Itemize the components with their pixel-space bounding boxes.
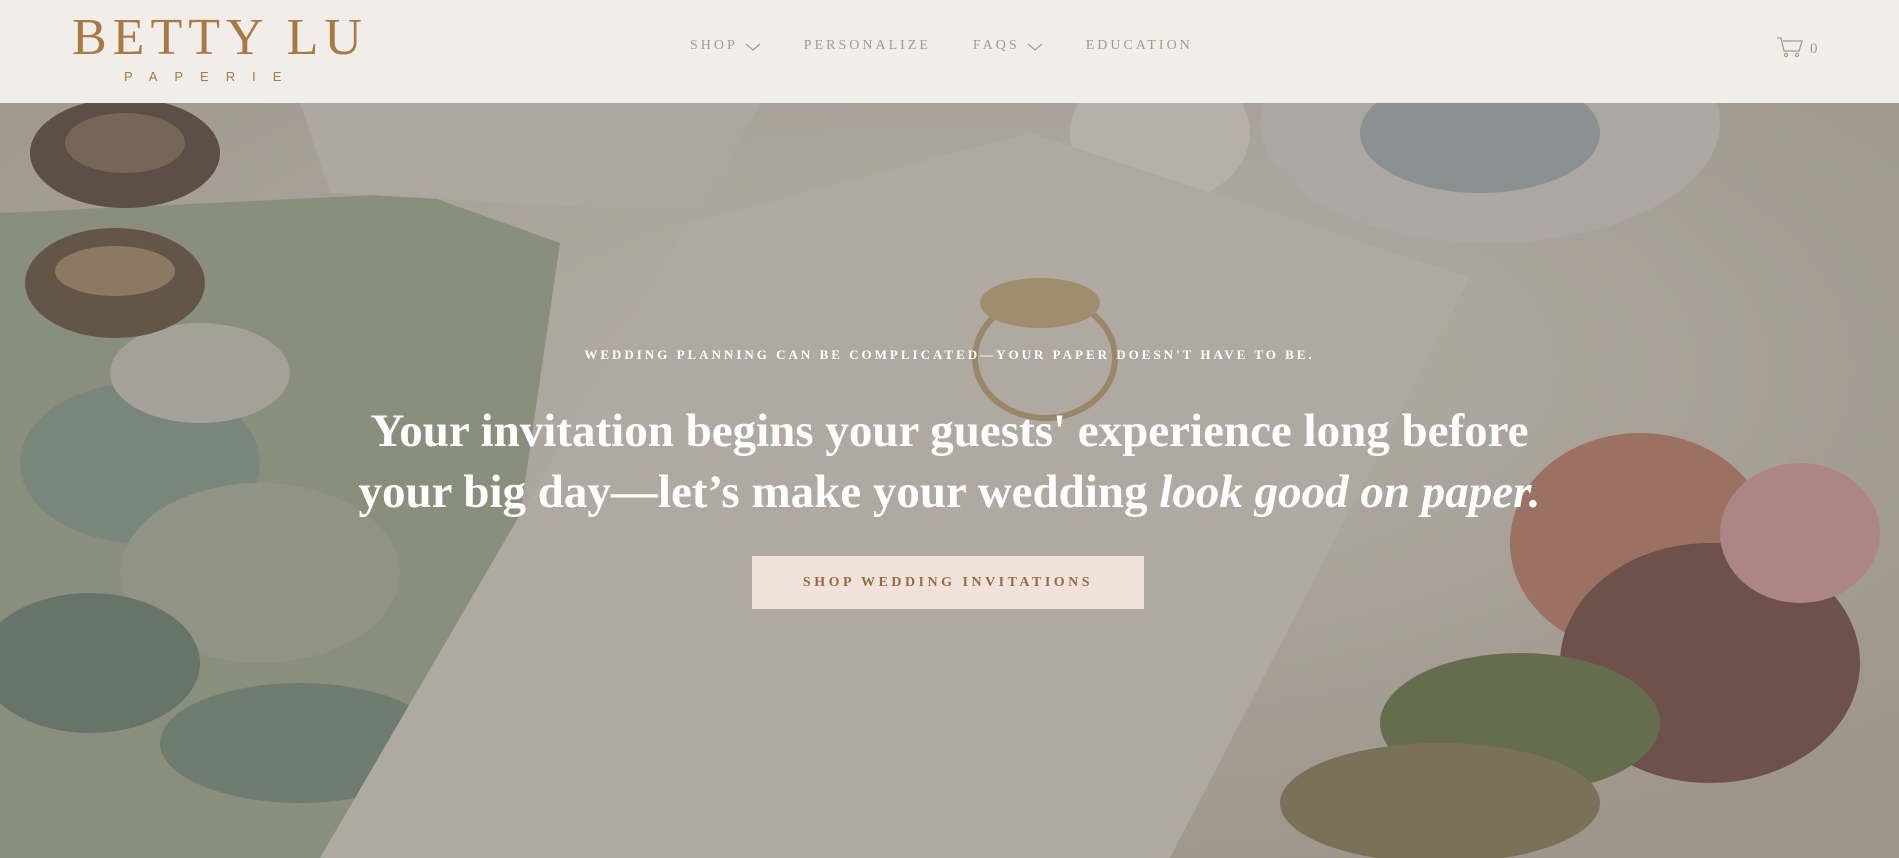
brand-name: BETTY LU bbox=[72, 9, 368, 66]
nav-item-label: EDUCATION bbox=[1085, 38, 1193, 53]
nav-item-faqs[interactable]: FAQS bbox=[973, 38, 1044, 54]
main-nav: SHOP PERSONALIZE FAQS EDUCATION bbox=[690, 38, 1193, 54]
cart-icon bbox=[1776, 36, 1804, 63]
nav-item-personalize[interactable]: PERSONALIZE bbox=[804, 38, 931, 54]
cart-button[interactable]: 0 bbox=[1776, 36, 1819, 63]
hero-section: WEDDING PLANNING CAN BE COMPLICATED—YOUR… bbox=[0, 103, 1899, 858]
nav-item-education[interactable]: EDUCATION bbox=[1086, 38, 1193, 54]
brand-logo[interactable]: BETTY LU PAPERIE bbox=[72, 10, 362, 88]
hero-eyebrow: WEDDING PLANNING CAN BE COMPLICATED—YOUR… bbox=[584, 347, 1315, 362]
brand-subname: PAPERIE bbox=[124, 69, 299, 84]
hero-headline: Your invitation begins your guests' expe… bbox=[320, 401, 1579, 523]
hero-content: WEDDING PLANNING CAN BE COMPLICATED—YOUR… bbox=[0, 103, 1899, 858]
chevron-down-icon bbox=[1026, 41, 1044, 51]
shop-wedding-invitations-button[interactable]: SHOP WEDDING INVITATIONS bbox=[752, 556, 1144, 609]
cart-count: 0 bbox=[1810, 41, 1819, 57]
nav-item-shop[interactable]: SHOP bbox=[690, 38, 762, 54]
chevron-down-icon bbox=[744, 41, 762, 51]
headline-emphasis: look good on paper. bbox=[1159, 466, 1541, 518]
nav-item-label: SHOP bbox=[690, 38, 738, 53]
nav-item-label: FAQS bbox=[972, 38, 1020, 53]
site-header: BETTY LU PAPERIE SHOP PERSONALIZE FAQS E… bbox=[0, 0, 1899, 103]
nav-item-label: PERSONALIZE bbox=[803, 38, 931, 53]
